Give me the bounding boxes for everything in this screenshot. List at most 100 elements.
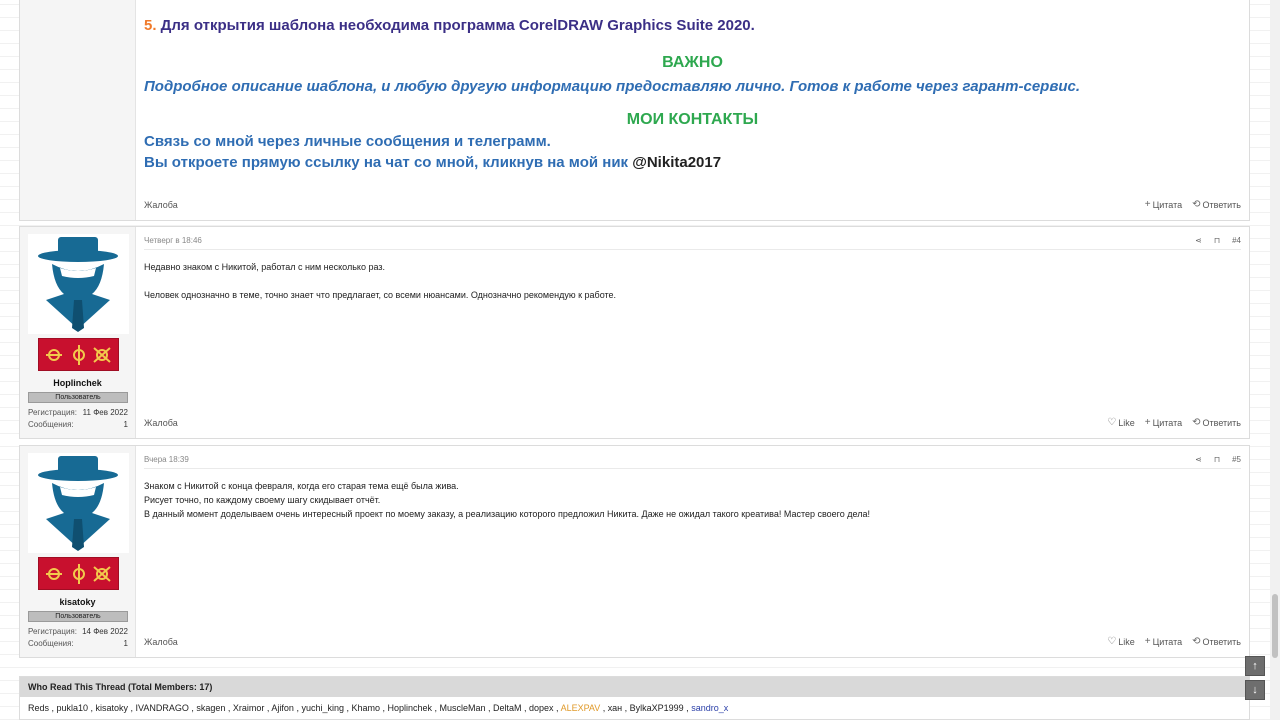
post-date-link[interactable]: Четверг в 18:46 <box>144 236 202 249</box>
contacts-line-2-text: Вы откроете прямую ссылку на чат со мной… <box>144 154 633 171</box>
report-link[interactable]: Жалоба <box>144 418 178 428</box>
reply-label: Ответить <box>1202 199 1241 210</box>
scrollbar-thumb[interactable] <box>1272 594 1278 658</box>
post-main: Четверг в 18:46 ⋖ ⊓ #4 Недавно знаком с … <box>136 227 1249 438</box>
post-user-column: Hoplinchek Пользователь Регистрация: 11 Ф… <box>20 227 136 438</box>
who-read-list: Reds , pukla10 , kisatoky , IVANDRAGO , … <box>20 697 1249 719</box>
like-button[interactable]: ♡ Like <box>1107 417 1134 428</box>
like-label: Like <box>1118 636 1135 647</box>
post-line: Рисует точно, по каждому своему шагу ски… <box>144 495 381 505</box>
post-footer: Жалоба ♡ Like + Цитата ⟲ Ответить <box>144 636 1241 647</box>
post-first: 5. Для открытия шаблона необходима прогр… <box>19 0 1250 221</box>
arrow-down-icon: ↓ <box>1252 684 1258 696</box>
share-icon[interactable]: ⋖ <box>1195 455 1202 464</box>
arrow-up-icon: ↑ <box>1252 660 1258 672</box>
who-read-title: Who Read This Thread (Total Members: 17) <box>20 677 1249 697</box>
stat-registration: Регистрация: 14 Фев 2022 <box>28 627 128 636</box>
important-heading: ВАЖНО <box>662 54 723 71</box>
reply-icon: ⟲ <box>1192 417 1201 428</box>
stat-label: Сообщения: <box>28 639 74 648</box>
post-main: 5. Для открытия шаблона необходима прогр… <box>136 0 1249 220</box>
requirement-line: 5. Для открытия шаблона необходима прогр… <box>144 17 1241 34</box>
stat-value: 14 Фев 2022 <box>82 627 128 636</box>
post-footer: Жалоба ♡ Like + Цитата ⟲ Ответить <box>144 417 1241 428</box>
post-body: Знаком с Никитой с конца февраля, когда … <box>144 479 1241 521</box>
reader-names[interactable]: Reds , pukla10 , kisatoky , IVANDRAGO , … <box>28 703 561 713</box>
reader-names[interactable]: , хан , BylkaXP1999 , <box>600 703 691 713</box>
reply-label: Ответить <box>1202 417 1241 428</box>
share-icon[interactable]: ⋖ <box>1195 236 1202 245</box>
post-date-link[interactable]: Вчера 18:39 <box>144 455 189 468</box>
reply-button[interactable]: ⟲ Ответить <box>1192 199 1241 210</box>
report-link[interactable]: Жалоба <box>144 200 178 210</box>
reply-icon: ⟲ <box>1192 636 1201 647</box>
stat-label: Регистрация: <box>28 408 77 417</box>
report-link[interactable]: Жалоба <box>144 637 178 647</box>
post-main: Вчера 18:39 ⋖ ⊓ #5 Знаком с Никитой с ко… <box>136 446 1249 657</box>
important-text: Подробное описание шаблона, и любую друг… <box>144 78 1081 95</box>
quote-label: Цитата <box>1152 199 1183 210</box>
reply-label: Ответить <box>1202 636 1241 647</box>
username-link[interactable]: Hoplinchek <box>20 378 135 388</box>
stat-value: 1 <box>123 639 128 648</box>
plus-icon: + <box>1144 199 1151 210</box>
post-actions: ♡ Like + Цитата ⟲ Ответить <box>1107 417 1241 428</box>
reply-icon: ⟲ <box>1192 199 1201 210</box>
reader-name-highlight[interactable]: sandro_x <box>691 703 728 713</box>
contacts-line-1: Связь со мной через личные сообщения и т… <box>144 133 551 150</box>
post-number-link[interactable]: #4 <box>1232 236 1241 245</box>
post-user-column: kisatoky Пользователь Регистрация: 14 Фев… <box>20 446 136 657</box>
page-scrollbar[interactable] <box>1270 0 1280 720</box>
post-content: 5. Для открытия шаблона необходима прогр… <box>144 17 1241 171</box>
quote-label: Цитата <box>1152 636 1183 647</box>
post-number-link[interactable]: #5 <box>1232 455 1241 464</box>
avatar[interactable] <box>28 453 129 553</box>
username-link[interactable]: kisatoky <box>20 597 135 607</box>
reader-name-highlight[interactable]: ALEXPAV <box>561 703 601 713</box>
stat-value: 11 Фев 2022 <box>82 408 128 417</box>
quote-button[interactable]: + Цитата <box>1145 417 1182 428</box>
rank-badge <box>38 557 119 590</box>
list-number: 5. <box>144 17 157 34</box>
scroll-up-button[interactable]: ↑ <box>1245 656 1265 676</box>
like-button[interactable]: ♡ Like <box>1107 636 1134 647</box>
post-line: Человек однозначно в теме, точно знает ч… <box>144 290 617 300</box>
avatar[interactable] <box>28 234 129 334</box>
user-title-badge: Пользователь <box>28 392 128 403</box>
quote-button[interactable]: + Цитата <box>1145 199 1182 210</box>
scroll-down-button[interactable]: ↓ <box>1245 680 1265 700</box>
contacts-nick-link[interactable]: @Nikita2017 <box>632 154 721 171</box>
post-header: Четверг в 18:46 ⋖ ⊓ #4 <box>144 236 1241 250</box>
post-body: Недавно знаком с Никитой, работал с ним … <box>144 260 1241 302</box>
post-actions: ♡ Like + Цитата ⟲ Ответить <box>1107 636 1241 647</box>
stat-label: Сообщения: <box>28 420 74 429</box>
quote-button[interactable]: + Цитата <box>1145 636 1182 647</box>
post-4: Hoplinchek Пользователь Регистрация: 11 Ф… <box>19 226 1250 439</box>
post-user-column <box>20 0 136 220</box>
contacts-line-2: Вы откроете прямую ссылку на чат со мной… <box>144 154 1241 171</box>
quote-label: Цитата <box>1152 417 1183 428</box>
post-header-tools: ⋖ ⊓ #5 <box>1195 455 1241 468</box>
post-header: Вчера 18:39 ⋖ ⊓ #5 <box>144 455 1241 469</box>
post-line: Знаком с Никитой с конца февраля, когда … <box>144 481 459 491</box>
reply-button[interactable]: ⟲ Ответить <box>1192 636 1241 647</box>
post-line <box>144 274 1241 288</box>
stat-registration: Регистрация: 11 Фев 2022 <box>28 408 128 417</box>
plus-icon: + <box>1144 417 1151 428</box>
post-5: kisatoky Пользователь Регистрация: 14 Фев… <box>19 445 1250 658</box>
contacts-heading: МОИ КОНТАКТЫ <box>626 111 759 128</box>
bookmark-icon[interactable]: ⊓ <box>1214 455 1220 464</box>
thumbs-up-icon: ♡ <box>1107 636 1117 647</box>
rank-badge <box>38 338 119 371</box>
stat-label: Регистрация: <box>28 627 77 636</box>
reply-button[interactable]: ⟲ Ответить <box>1192 417 1241 428</box>
post-actions: + Цитата ⟲ Ответить <box>1145 199 1241 210</box>
user-title-badge: Пользователь <box>28 611 128 622</box>
like-label: Like <box>1118 417 1135 428</box>
stat-value: 1 <box>123 420 128 429</box>
bookmark-icon[interactable]: ⊓ <box>1214 236 1220 245</box>
thumbs-up-icon: ♡ <box>1107 417 1117 428</box>
post-header-tools: ⋖ ⊓ #4 <box>1195 236 1241 249</box>
stat-messages: Сообщения: 1 <box>28 639 128 648</box>
post-line: Недавно знаком с Никитой, работал с ним … <box>144 262 385 272</box>
